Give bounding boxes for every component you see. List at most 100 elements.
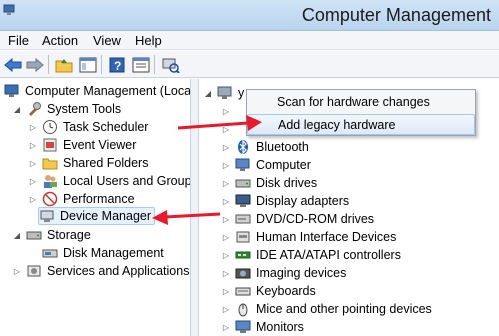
collapsed-chevron-icon[interactable]: ▷ [28, 176, 38, 186]
expanded-chevron-icon[interactable]: ◢ [12, 104, 22, 114]
device-label: Imaging devices [256, 266, 347, 280]
forward-arrow-icon[interactable] [24, 54, 45, 75]
tree-item-label: Device Manager [60, 209, 152, 223]
menu-help[interactable]: Help [135, 33, 162, 48]
scan-hardware-icon[interactable] [160, 54, 181, 75]
collapsed-chevron-icon[interactable]: ▷ [28, 158, 38, 168]
properties-icon[interactable] [130, 54, 151, 75]
storage-icon [26, 227, 42, 243]
collapsed-chevron-icon[interactable]: ▷ [28, 194, 38, 204]
menu-view[interactable]: View [93, 33, 121, 48]
device-tree-root[interactable]: ◢ y [203, 84, 244, 102]
collapsed-chevron-icon[interactable]: ▷ [221, 124, 231, 134]
device-label: Keyboards [256, 284, 316, 298]
device-manager-icon [39, 208, 55, 224]
show-hide-tree-icon[interactable] [77, 54, 98, 75]
menu-file[interactable]: File [8, 33, 29, 48]
collapsed-chevron-icon[interactable]: ▷ [221, 214, 231, 224]
up-folder-icon[interactable] [53, 54, 74, 75]
computer-icon [217, 85, 233, 101]
collapsed-chevron-icon[interactable]: ▷ [221, 106, 231, 116]
add-legacy-hardware-menu-item[interactable]: Add legacy hardware [247, 114, 475, 135]
device-row-imaging[interactable]: ▷ Imaging devices [221, 264, 346, 282]
device-label: Bluetooth [256, 140, 309, 154]
device-row-bluetooth[interactable]: ▷ Bluetooth [221, 138, 309, 156]
context-menu: Scan for hardware changes Add legacy har… [246, 89, 476, 136]
device-row-monitors[interactable]: ▷ Monitors [221, 318, 304, 336]
toolbar: ? [0, 51, 499, 78]
console-tree: Computer Management (Local ◢ System Tool… [0, 79, 190, 336]
tree-item-label: Storage [47, 228, 91, 242]
device-tree-root-label: y [238, 86, 245, 100]
tree-item-disk-management[interactable]: Disk Management [42, 244, 164, 262]
device-row[interactable]: ▷ [221, 102, 235, 120]
bluetooth-icon [235, 139, 251, 155]
tree-item-device-manager[interactable]: Device Manager [38, 207, 156, 225]
collapsed-chevron-icon[interactable]: ▷ [221, 286, 231, 296]
collapsed-chevron-icon[interactable]: ▷ [221, 322, 231, 332]
help-icon[interactable]: ? [106, 54, 127, 75]
system-tools-icon [26, 101, 42, 117]
tree-root-label: Computer Management (Local [25, 84, 190, 98]
disk-management-icon [42, 245, 58, 261]
computer-management-icon [3, 4, 15, 15]
collapsed-chevron-icon[interactable]: ▷ [221, 250, 231, 260]
collapsed-chevron-icon[interactable]: ▷ [221, 142, 231, 152]
camera-icon [235, 265, 251, 281]
expanded-chevron-icon[interactable]: ◢ [12, 230, 22, 240]
device-row-dvd[interactable]: ▷ DVD/CD-ROM drives [221, 210, 374, 228]
device-label: IDE ATA/ATAPI controllers [256, 248, 401, 262]
device-row-mice[interactable]: ▷ Mice and other pointing devices [221, 300, 432, 318]
device-row[interactable]: ▷ [221, 120, 235, 138]
tree-item-services[interactable]: ▷ Services and Applications [12, 262, 190, 280]
collapsed-chevron-icon[interactable]: ▷ [221, 196, 231, 206]
menu-action[interactable]: Action [42, 33, 78, 48]
tree-item-storage[interactable]: ◢ Storage [12, 226, 91, 244]
collapsed-chevron-icon[interactable]: ▷ [28, 122, 38, 132]
pane-splitter[interactable] [190, 79, 199, 336]
title-bar: Computer Management [0, 0, 499, 31]
scan-hardware-menu-item[interactable]: Scan for hardware changes [247, 92, 475, 113]
display-adapter-icon [235, 193, 251, 209]
device-row-display-adapters[interactable]: ▷ Display adapters [221, 192, 349, 210]
device-row-ide[interactable]: ▷ IDE ATA/ATAPI controllers [221, 246, 401, 264]
tree-item-shared-folders[interactable]: ▷ Shared Folders [28, 154, 149, 172]
menu-bar: File Action View Help [0, 31, 499, 50]
expanded-chevron-icon[interactable]: ◢ [203, 88, 213, 98]
collapsed-chevron-icon[interactable]: ▷ [28, 140, 38, 150]
device-label: DVD/CD-ROM drives [256, 212, 375, 226]
device-row-computer[interactable]: ▷ Computer [221, 156, 311, 174]
collapsed-chevron-icon[interactable]: ▷ [221, 268, 231, 278]
device-row-keyboards[interactable]: ▷ Keyboards [221, 282, 316, 300]
device-row-disk-drives[interactable]: ▷ Disk drives [221, 174, 317, 192]
monitor-icon [235, 319, 251, 335]
tree-item-label: Event Viewer [63, 138, 137, 152]
shared-folder-icon [42, 155, 58, 171]
keyboard-icon [235, 283, 251, 299]
ide-controller-icon [235, 247, 251, 263]
tree-item-task-scheduler[interactable]: ▷ Task Scheduler [28, 118, 148, 136]
tree-item-event-viewer[interactable]: ▷ Event Viewer [28, 136, 137, 154]
tree-item-label: Local Users and Groups [63, 174, 190, 188]
collapsed-chevron-icon[interactable]: ▷ [221, 232, 231, 242]
event-viewer-icon [42, 137, 58, 153]
device-label: Mice and other pointing devices [256, 302, 432, 316]
collapsed-chevron-icon[interactable]: ▷ [221, 178, 231, 188]
tree-item-label: Performance [63, 192, 135, 206]
tree-item-system-tools[interactable]: ◢ System Tools [12, 100, 121, 118]
device-row-hid[interactable]: ▷ Human Interface Devices [221, 228, 396, 246]
computer-management-icon [4, 83, 20, 99]
tree-item-label: Shared Folders [63, 156, 149, 170]
device-label: Display adapters [256, 194, 350, 208]
tree-root[interactable]: Computer Management (Local [4, 82, 190, 100]
device-label: Monitors [256, 320, 304, 334]
back-arrow-icon[interactable] [2, 54, 23, 75]
collapsed-chevron-icon[interactable]: ▷ [12, 266, 22, 276]
users-icon [42, 173, 58, 189]
services-icon [26, 263, 42, 279]
collapsed-chevron-icon[interactable]: ▷ [221, 160, 231, 170]
mouse-icon [235, 301, 251, 317]
tree-item-local-users[interactable]: ▷ Local Users and Groups [28, 172, 190, 190]
tree-item-performance[interactable]: ▷ Performance [28, 190, 135, 208]
collapsed-chevron-icon[interactable]: ▷ [221, 304, 231, 314]
